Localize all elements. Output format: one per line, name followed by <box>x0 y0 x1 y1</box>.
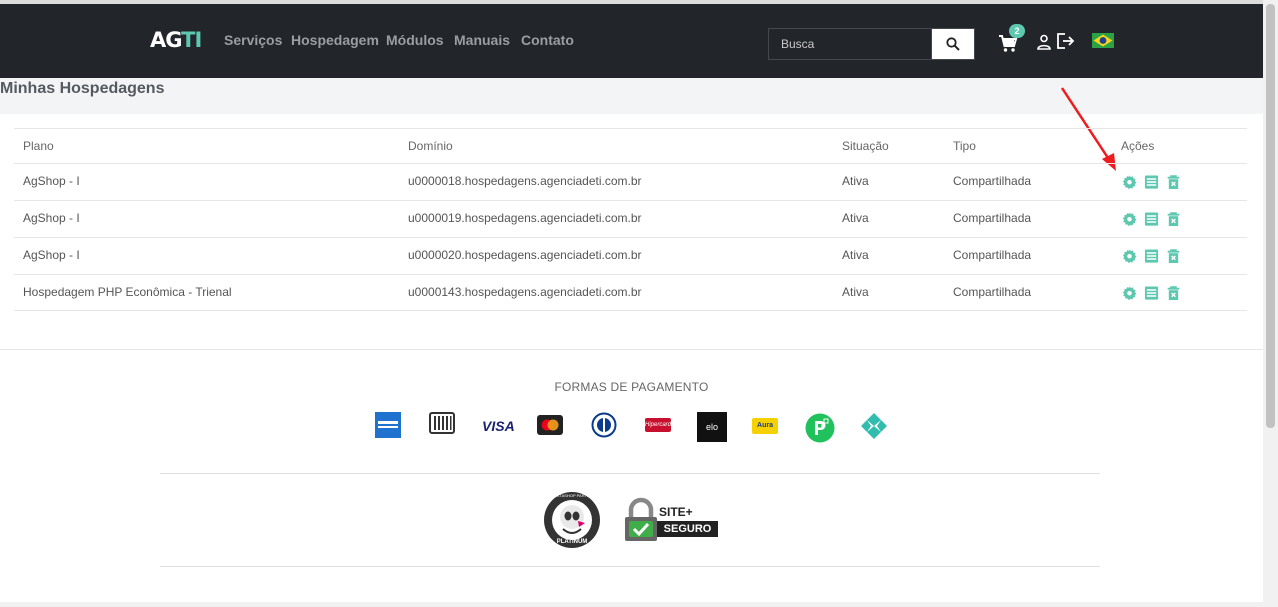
cell-tipo: Compartilhada <box>953 211 1032 225</box>
row-actions <box>1122 211 1181 227</box>
table-row: AgShop - I u0000019.hospedagens.agenciad… <box>14 200 1247 237</box>
cell-dominio: u0000143.hospedagens.agenciadeti.com.br <box>408 285 642 299</box>
header-acoes: Ações <box>1121 139 1155 153</box>
top-navbar: AGTI Serviços Hospedagem Módulos Manuais… <box>0 4 1263 78</box>
list-icon[interactable] <box>1144 248 1159 264</box>
header-tipo: Tipo <box>953 139 976 153</box>
site-seguro-badge: SITE+ SEGURO <box>623 497 719 543</box>
payment-methods-row: VISA Hipercard elo Aura <box>0 412 1263 443</box>
cell-situacao: Ativa <box>842 174 869 188</box>
diners-icon <box>591 412 617 438</box>
picpay-icon <box>805 413 835 443</box>
prestashop-badge-bottom-text: PLATINUM <box>556 539 588 545</box>
search-icon <box>946 37 960 51</box>
footer-divider <box>0 349 1263 350</box>
logout-icon[interactable] <box>1056 32 1076 50</box>
search-button[interactable] <box>931 28 975 60</box>
footer-divider <box>160 566 1100 567</box>
cell-dominio: u0000020.hospedagens.agenciadeti.com.br <box>408 248 642 262</box>
cell-tipo: Compartilhada <box>953 174 1032 188</box>
nav-link-contato[interactable]: Contato <box>521 32 574 48</box>
elo-logo: elo <box>697 412 727 442</box>
gear-icon[interactable] <box>1122 211 1137 227</box>
row-actions <box>1122 285 1181 301</box>
pix-icon <box>861 413 887 439</box>
cell-plano: AgShop - I <box>23 211 80 225</box>
row-actions <box>1122 174 1181 190</box>
cell-plano: AgShop - I <box>23 174 80 188</box>
cell-dominio: u0000018.hospedagens.agenciadeti.com.br <box>408 174 642 188</box>
amex-icon <box>375 412 401 438</box>
search-input[interactable] <box>768 28 932 60</box>
hipercard-logo: Hipercard <box>645 418 671 432</box>
user-icon[interactable] <box>1037 34 1051 50</box>
header-situacao: Situação <box>842 139 889 153</box>
vertical-scrollbar-thumb[interactable] <box>1266 4 1275 428</box>
table-row: Hospedagem PHP Econômica - Trienal u0000… <box>14 274 1247 311</box>
aura-logo: Aura <box>752 418 778 434</box>
gear-icon[interactable] <box>1122 248 1137 264</box>
nav-link-hospedagem[interactable]: Hospedagem <box>291 32 379 48</box>
cell-plano: Hospedagem PHP Econômica - Trienal <box>23 285 232 299</box>
trash-icon[interactable] <box>1166 174 1181 190</box>
header-plano: Plano <box>23 139 54 153</box>
footer-divider <box>160 473 1100 474</box>
brazil-flag-icon[interactable] <box>1092 33 1114 48</box>
list-icon[interactable] <box>1144 211 1159 227</box>
table-row: AgShop - I u0000020.hospedagens.agenciad… <box>14 237 1247 274</box>
site-seguro-text-line1: SITE+ <box>659 505 693 519</box>
table-row: AgShop - I u0000018.hospedagens.agenciad… <box>14 163 1247 200</box>
cell-situacao: Ativa <box>842 211 869 225</box>
cell-situacao: Ativa <box>842 248 869 262</box>
hosting-table: Plano Domínio Situação Tipo Ações AgShop… <box>14 128 1247 311</box>
prestashop-badge-top-text: PRESTASHOP PARTNER <box>548 493 596 498</box>
visa-label: VISA <box>482 418 515 434</box>
cart-count-badge: 2 <box>1009 24 1025 38</box>
site-seguro-text-line2: SEGURO <box>657 521 718 537</box>
nav-link-manuais[interactable]: Manuais <box>454 32 510 48</box>
trash-icon[interactable] <box>1166 248 1181 264</box>
nav-link-modulos[interactable]: Módulos <box>386 32 444 48</box>
list-icon[interactable] <box>1144 174 1159 190</box>
payment-methods-title: FORMAS DE PAGAMENTO <box>554 380 709 394</box>
trash-icon[interactable] <box>1166 211 1181 227</box>
list-icon[interactable] <box>1144 285 1159 301</box>
boleto-icon <box>429 412 455 434</box>
mastercard-icon <box>537 415 563 435</box>
prestashop-partner-badge: PRESTASHOP PARTNER PLATINUM <box>543 491 601 549</box>
cell-dominio: u0000019.hospedagens.agenciadeti.com.br <box>408 211 642 225</box>
gear-icon[interactable] <box>1122 285 1137 301</box>
cell-tipo: Compartilhada <box>953 285 1032 299</box>
agti-logo[interactable]: AGTI <box>150 28 202 52</box>
cell-tipo: Compartilhada <box>953 248 1032 262</box>
cell-situacao: Ativa <box>842 285 869 299</box>
page-title: Minhas Hospedagens <box>0 80 165 97</box>
trash-icon[interactable] <box>1166 285 1181 301</box>
row-actions <box>1122 248 1181 264</box>
table-header-row: Plano Domínio Situação Tipo Ações <box>14 128 1247 163</box>
gear-icon[interactable] <box>1122 174 1137 190</box>
cell-plano: AgShop - I <box>23 248 80 262</box>
header-dominio: Domínio <box>408 139 453 153</box>
nav-link-servicos[interactable]: Serviços <box>224 32 282 48</box>
horizontal-scrollbar[interactable] <box>0 602 1263 607</box>
